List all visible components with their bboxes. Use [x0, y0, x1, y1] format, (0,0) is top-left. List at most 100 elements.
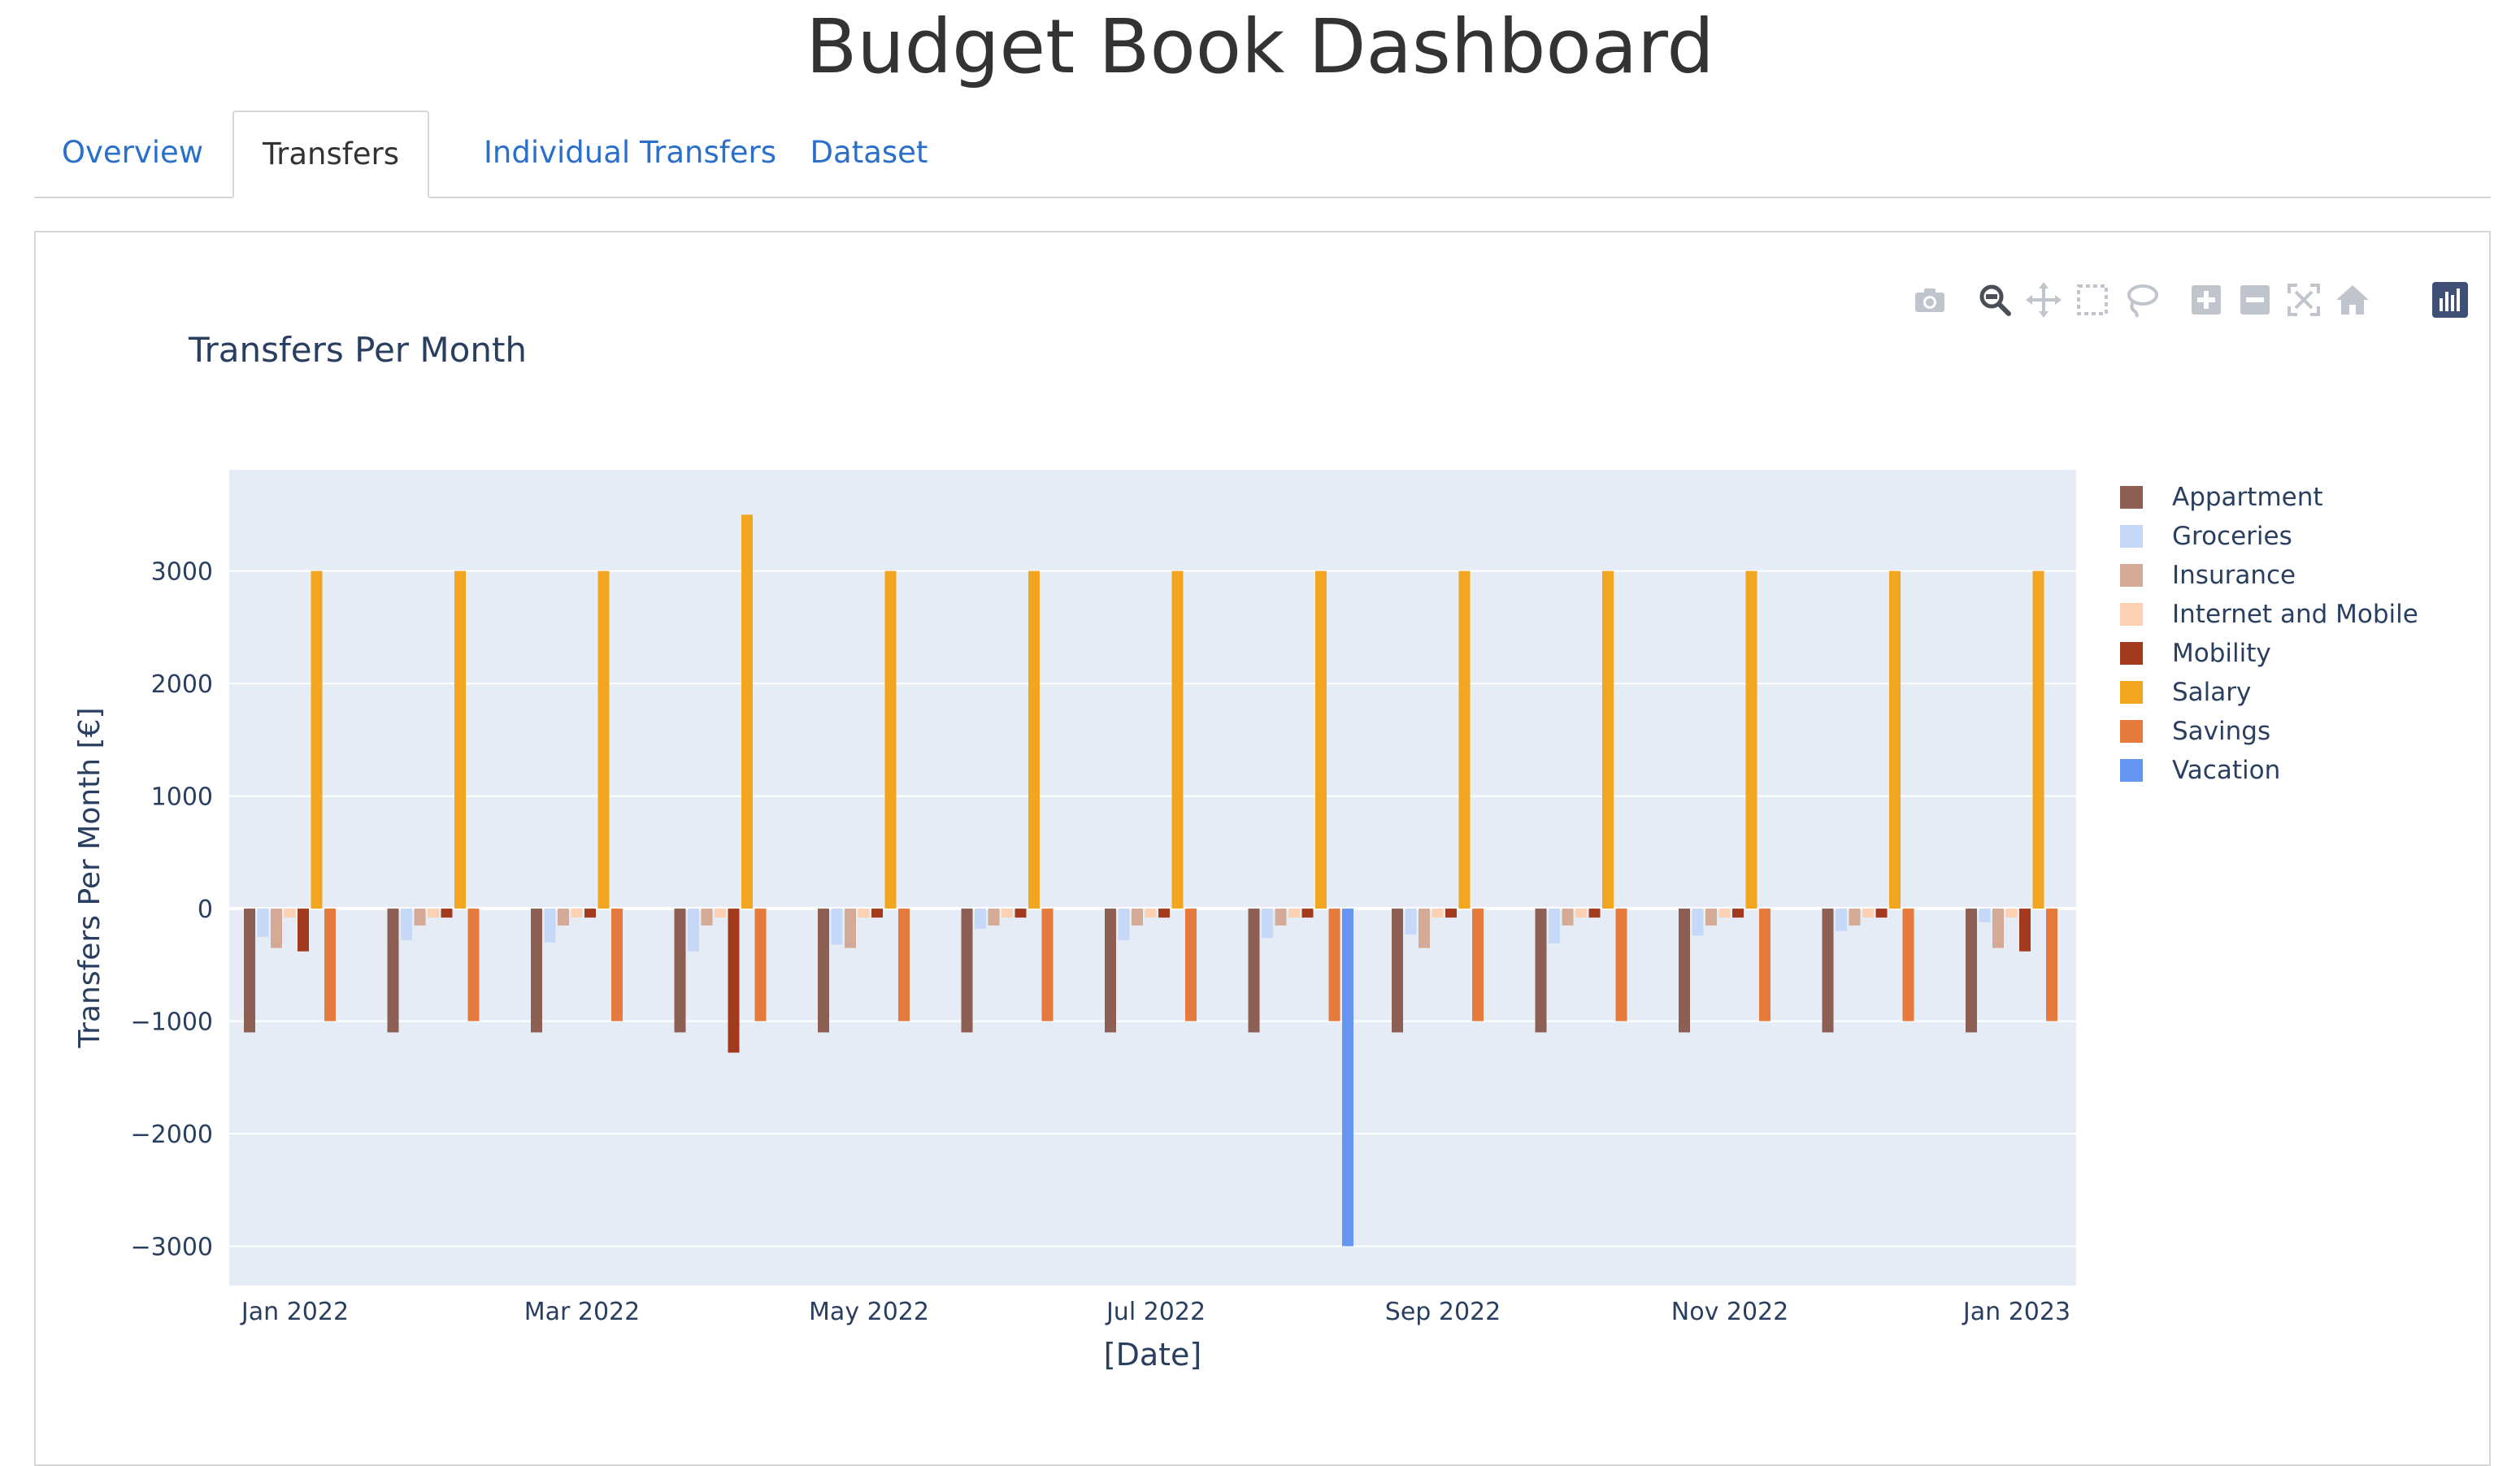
legend-item-insurance[interactable]: Insurance: [2120, 559, 2461, 592]
legend-item-savings[interactable]: Savings: [2120, 715, 2461, 748]
legend-item-groceries[interactable]: Groceries: [2120, 520, 2461, 553]
bar-savings[interactable]: [1759, 909, 1771, 1021]
bar-mobility[interactable]: [2019, 909, 2031, 952]
bar-salary[interactable]: [597, 570, 610, 909]
bar-savings[interactable]: [1472, 909, 1484, 1021]
plotly-logo-icon[interactable]: [2431, 280, 2470, 319]
bar-internet-and-mobile[interactable]: [715, 909, 726, 918]
bar-groceries[interactable]: [831, 909, 843, 945]
bar-insurance[interactable]: [1849, 909, 1861, 926]
bar-salary[interactable]: [454, 570, 466, 909]
bar-salary[interactable]: [2032, 570, 2044, 909]
bar-groceries[interactable]: [1118, 909, 1130, 940]
bar-appartment[interactable]: [531, 909, 542, 1033]
bar-groceries[interactable]: [1836, 909, 1847, 931]
bar-mobility[interactable]: [441, 909, 453, 918]
bar-internet-and-mobile[interactable]: [1432, 909, 1444, 918]
bar-internet-and-mobile[interactable]: [428, 909, 439, 918]
bar-savings[interactable]: [324, 909, 336, 1021]
bar-mobility[interactable]: [1732, 909, 1744, 918]
bar-savings[interactable]: [1902, 909, 1914, 1021]
bar-salary[interactable]: [1889, 570, 1901, 909]
bar-groceries[interactable]: [257, 909, 269, 937]
bar-appartment[interactable]: [244, 909, 255, 1033]
bar-appartment[interactable]: [1105, 909, 1116, 1033]
bar-mobility[interactable]: [1875, 909, 1888, 918]
bar-insurance[interactable]: [1275, 909, 1287, 926]
bar-internet-and-mobile[interactable]: [284, 909, 296, 918]
bar-insurance[interactable]: [1992, 909, 2004, 948]
autoscale-icon[interactable]: [2284, 280, 2323, 319]
pan-icon[interactable]: [2024, 280, 2063, 319]
bar-groceries[interactable]: [1692, 909, 1704, 936]
bar-mobility[interactable]: [1445, 909, 1457, 918]
bar-appartment[interactable]: [1966, 909, 1977, 1033]
bar-salary[interactable]: [1458, 570, 1471, 909]
bar-insurance[interactable]: [1562, 909, 1574, 926]
zoom-out-icon[interactable]: [2235, 280, 2275, 319]
bar-savings[interactable]: [898, 909, 910, 1021]
plot-area[interactable]: [229, 470, 2076, 1286]
bar-mobility[interactable]: [728, 909, 740, 1053]
bar-appartment[interactable]: [961, 909, 973, 1033]
bar-internet-and-mobile[interactable]: [1288, 909, 1300, 918]
bar-groceries[interactable]: [1262, 909, 1273, 939]
bar-savings[interactable]: [1185, 909, 1197, 1021]
bar-salary[interactable]: [884, 570, 897, 909]
camera-icon[interactable]: [1910, 280, 1949, 319]
zoom-in-icon[interactable]: [2187, 280, 2226, 319]
bar-groceries[interactable]: [544, 909, 556, 943]
bar-internet-and-mobile[interactable]: [1145, 909, 1157, 918]
bar-mobility[interactable]: [298, 909, 309, 952]
zoom-icon[interactable]: [1975, 280, 2014, 319]
legend-item-appartment[interactable]: Appartment: [2120, 481, 2461, 514]
bar-groceries[interactable]: [1405, 909, 1417, 935]
bar-groceries[interactable]: [401, 909, 412, 940]
bar-insurance[interactable]: [271, 909, 282, 948]
bar-internet-and-mobile[interactable]: [2005, 909, 2018, 918]
bar-internet-and-mobile[interactable]: [858, 909, 870, 918]
bar-mobility[interactable]: [1588, 909, 1601, 918]
bar-internet-and-mobile[interactable]: [1575, 909, 1587, 918]
bar-salary[interactable]: [1315, 570, 1327, 909]
bar-savings[interactable]: [2046, 909, 2057, 1021]
bar-savings[interactable]: [754, 909, 767, 1021]
bar-mobility[interactable]: [1015, 909, 1027, 918]
bar-insurance[interactable]: [845, 909, 856, 948]
bar-salary[interactable]: [311, 570, 323, 909]
bar-internet-and-mobile[interactable]: [1718, 909, 1731, 918]
legend-item-vacation[interactable]: Vacation: [2120, 754, 2461, 787]
bar-appartment[interactable]: [1679, 909, 1690, 1033]
bar-salary[interactable]: [1602, 570, 1614, 909]
bar-insurance[interactable]: [1419, 909, 1430, 948]
bar-vacation[interactable]: [1342, 909, 1353, 1247]
bar-insurance[interactable]: [988, 909, 1000, 926]
bar-appartment[interactable]: [387, 909, 399, 1033]
bar-appartment[interactable]: [1535, 909, 1547, 1033]
bar-salary[interactable]: [1028, 570, 1040, 909]
bar-mobility[interactable]: [1301, 909, 1314, 918]
bar-savings[interactable]: [1041, 909, 1054, 1021]
bar-savings[interactable]: [1328, 909, 1340, 1021]
bar-mobility[interactable]: [584, 909, 596, 918]
legend-item-mobility[interactable]: Mobility: [2120, 637, 2461, 670]
bar-insurance[interactable]: [1705, 909, 1717, 926]
bar-savings[interactable]: [1615, 909, 1627, 1021]
legend-item-salary[interactable]: Salary: [2120, 676, 2461, 709]
bar-internet-and-mobile[interactable]: [571, 909, 583, 918]
bar-internet-and-mobile[interactable]: [1001, 909, 1013, 918]
bar-appartment[interactable]: [1822, 909, 1834, 1033]
legend-item-internet-and-mobile[interactable]: Internet and Mobile: [2120, 598, 2461, 631]
bar-groceries[interactable]: [975, 909, 986, 930]
bar-salary[interactable]: [1745, 570, 1757, 909]
lasso-select-icon[interactable]: [2122, 280, 2161, 319]
bar-mobility[interactable]: [871, 909, 883, 918]
box-select-icon[interactable]: [2073, 280, 2112, 319]
bar-savings[interactable]: [611, 909, 623, 1021]
bar-savings[interactable]: [467, 909, 480, 1021]
bar-salary[interactable]: [741, 514, 753, 909]
bar-mobility[interactable]: [1158, 909, 1170, 918]
bar-insurance[interactable]: [701, 909, 713, 926]
bar-appartment[interactable]: [1392, 909, 1403, 1033]
bar-groceries[interactable]: [1979, 909, 1991, 922]
